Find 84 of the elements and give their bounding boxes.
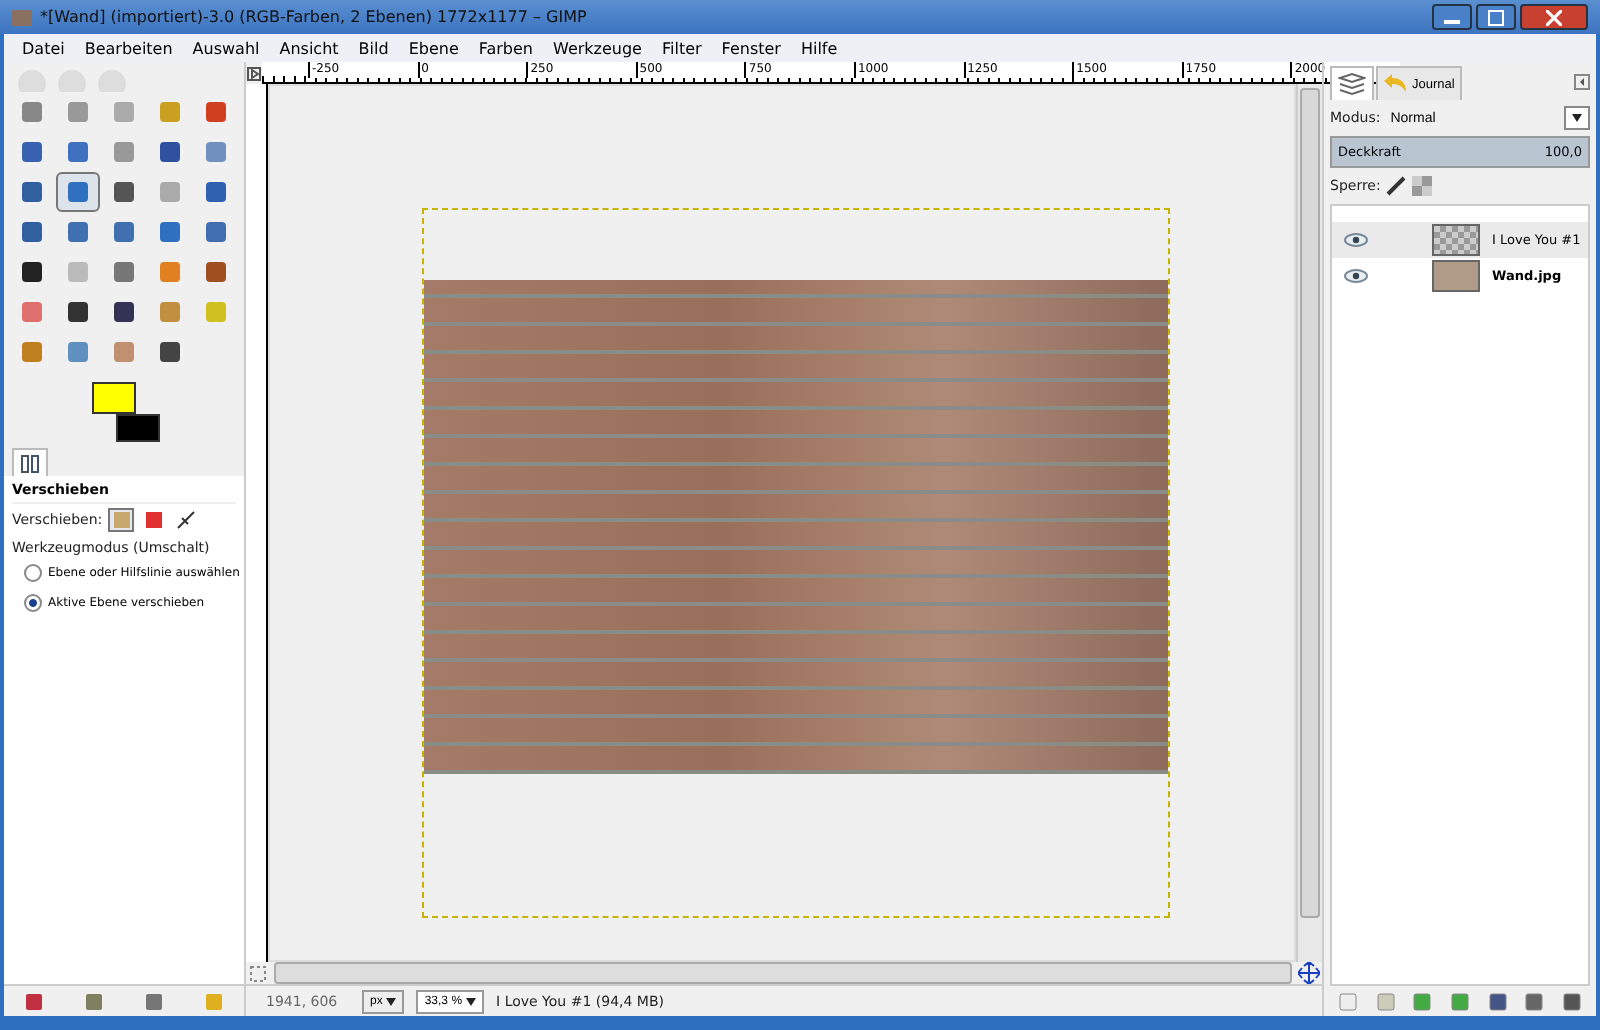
tool-icon — [110, 258, 138, 286]
layer-action-icon[interactable] — [1524, 991, 1545, 1011]
tool-icon — [202, 178, 230, 206]
dock-tab[interactable] — [1330, 66, 1374, 100]
tool-icon — [156, 338, 184, 366]
tool-icon — [18, 338, 46, 366]
tool-icon — [156, 178, 184, 206]
panel-action-icon[interactable] — [144, 991, 164, 1011]
menu-item[interactable]: Auswahl — [182, 39, 270, 57]
tool-icon — [64, 338, 92, 366]
tool-icon — [64, 138, 92, 166]
tool-icon — [202, 98, 230, 126]
tool-icon — [18, 98, 46, 126]
menu-item[interactable]: Werkzeuge — [543, 39, 652, 57]
tool-icon — [202, 258, 230, 286]
background-color-swatch[interactable] — [116, 414, 160, 442]
vertical-scrollbar[interactable] — [1296, 84, 1322, 962]
checkerboard-icon[interactable] — [1412, 176, 1433, 196]
layers-icon — [1338, 72, 1366, 96]
layer-action-icon[interactable] — [1412, 991, 1433, 1011]
menu-item[interactable]: Datei — [12, 39, 75, 57]
tab-menu-icon[interactable] — [1574, 74, 1590, 90]
foreground-color-swatch[interactable] — [92, 382, 136, 414]
move-target-toggle[interactable] — [140, 508, 167, 532]
caret-icon — [1572, 114, 1582, 122]
menu-item[interactable]: Bearbeiten — [74, 39, 183, 57]
tool-icon — [156, 98, 184, 126]
tool-icon — [202, 218, 230, 246]
panel-action-icon[interactable] — [84, 991, 104, 1011]
tool-icon — [64, 258, 92, 286]
undo-arrow-icon — [1384, 72, 1408, 96]
tool-icon — [156, 298, 184, 326]
layer-action-icon[interactable] — [1487, 991, 1508, 1011]
tool-icon — [110, 178, 138, 206]
layer-action-icon[interactable] — [1449, 991, 1470, 1011]
tool-icon — [110, 338, 138, 366]
panel-action-icon[interactable] — [24, 991, 44, 1011]
tool-icon — [110, 138, 138, 166]
tool-icon — [64, 218, 92, 246]
tool-icon — [64, 98, 92, 126]
tool-icon — [18, 258, 46, 286]
window-title: *[Wand] (importiert)-3.0 (RGB-Farben, 2 Ebenen) 1772x1177 – GIMP — [40, 8, 589, 26]
close-button[interactable] — [1520, 4, 1588, 30]
tool-icon — [18, 178, 46, 206]
tool-icon — [156, 138, 184, 166]
menu-item[interactable]: Farben — [468, 39, 543, 57]
menu-item[interactable]: Ansicht — [269, 39, 349, 57]
tool-icon — [110, 218, 138, 246]
menu-item[interactable]: Filter — [651, 39, 712, 57]
eye-icon[interactable] — [1344, 232, 1368, 248]
horizontal-scrollbar[interactable] — [274, 962, 1292, 984]
caret-icon — [386, 997, 397, 1005]
tool-icon — [64, 298, 92, 326]
layer-thumbnail — [1432, 260, 1480, 292]
navigate-icon[interactable] — [1298, 962, 1320, 984]
move-target-toggle[interactable] — [172, 508, 199, 532]
tool-icon — [202, 298, 230, 326]
ruler-corner-icon[interactable] — [246, 62, 262, 84]
tool-icon — [156, 218, 184, 246]
caret-icon — [466, 997, 477, 1005]
close-icon — [1546, 9, 1562, 25]
columns-icon — [20, 454, 40, 474]
tool-icon — [156, 258, 184, 286]
menu-item[interactable]: Ebene — [398, 39, 469, 57]
tool-icon — [18, 218, 46, 246]
tool-icon — [110, 98, 138, 126]
tool-icon — [18, 138, 46, 166]
minimize-button[interactable] — [1432, 4, 1472, 30]
menu-item[interactable]: Bild — [348, 39, 399, 57]
menu-item[interactable]: Fenster — [711, 39, 791, 57]
layer-thumbnail — [1432, 224, 1480, 256]
layer-action-icon[interactable] — [1561, 991, 1582, 1011]
maximize-button[interactable] — [1476, 4, 1516, 30]
menu-item[interactable]: Hilfe — [790, 39, 848, 57]
tool-icon — [18, 298, 46, 326]
tool-icon — [64, 178, 92, 206]
tool-icon — [202, 138, 230, 166]
tool-options-tab[interactable] — [12, 448, 48, 478]
maximize-icon — [1488, 9, 1504, 25]
quick-mask-icon[interactable] — [250, 965, 268, 981]
app-icon — [12, 9, 32, 25]
eye-icon[interactable] — [1344, 268, 1368, 284]
tool-icon — [110, 298, 138, 326]
move-target-toggle[interactable] — [108, 508, 135, 532]
